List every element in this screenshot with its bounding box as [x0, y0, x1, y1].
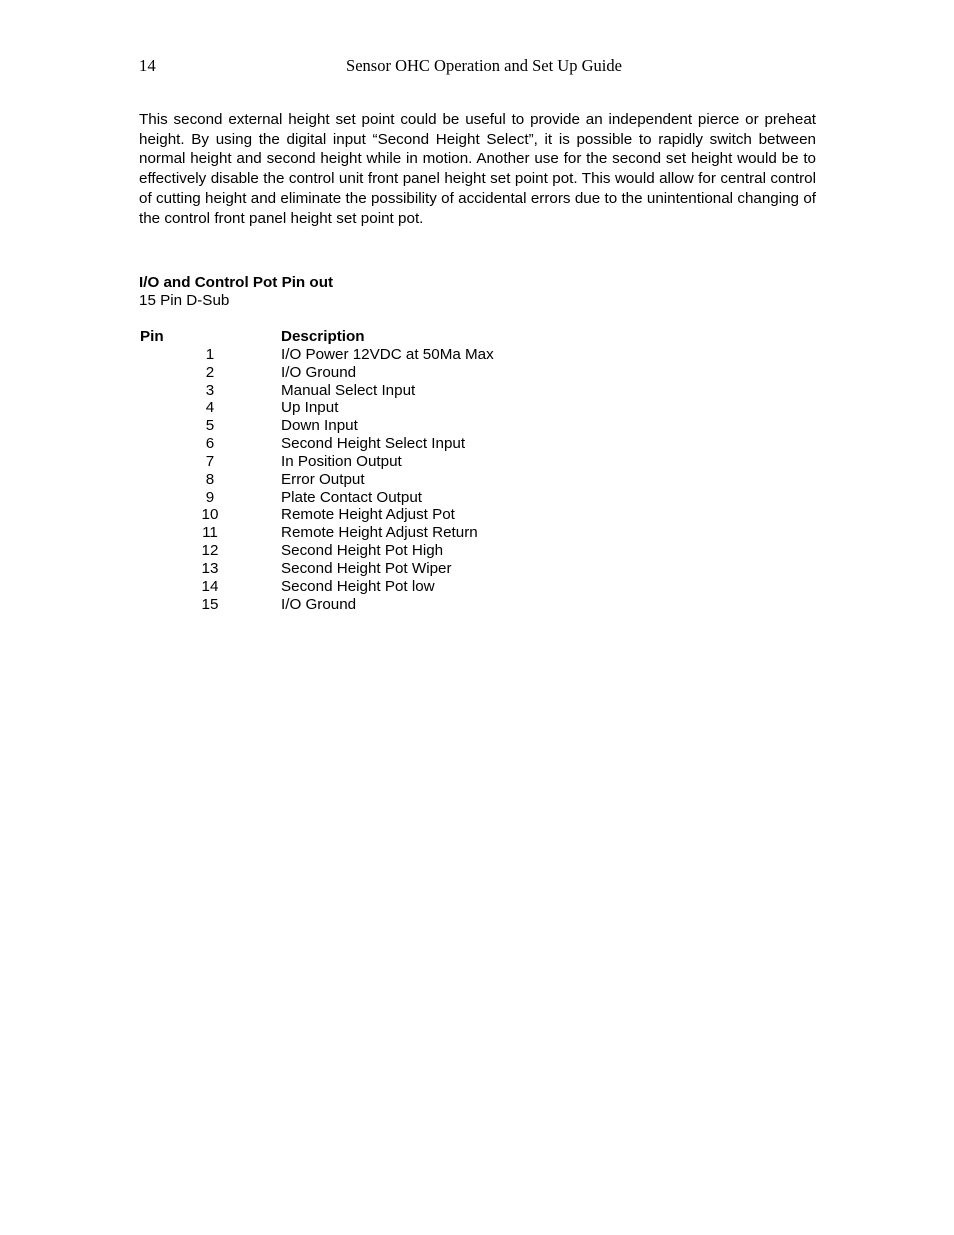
section-heading: I/O and Control Pot Pin out: [139, 274, 334, 291]
column-header-pin: Pin: [140, 328, 164, 345]
cell-description: Second Height Select Input: [281, 435, 466, 453]
column-header-description: Description: [281, 328, 365, 345]
cell-description: Up Input: [281, 399, 339, 417]
pinout-table-body: 1 I/O Power 12VDC at 50Ma Max 2 I/O Ground 3…: [139, 346, 711, 614]
cell-description: I/O Power 12VDC at 50Ma Max: [281, 345, 494, 363]
cell-description: Second Height Pot Wiper: [281, 559, 452, 577]
cell-pin: 10: [201, 506, 219, 524]
table-row: 1 I/O Power 12VDC at 50Ma Max: [139, 346, 711, 364]
table-row: 11 Remote Height Adjust Return: [139, 524, 711, 542]
table-row: 14 Second Height Pot low: [139, 578, 711, 596]
table-row: 6 Second Height Select Input: [139, 435, 711, 453]
cell-description: Remote Height Adjust Pot: [281, 506, 455, 524]
table-row: 15 I/O Ground: [139, 596, 711, 614]
cell-pin: 6: [205, 435, 215, 453]
table-header-row: Pin Description: [139, 328, 711, 346]
table-row: 4 Up Input: [139, 399, 711, 417]
cell-pin: 15: [201, 595, 219, 613]
cell-description: In Position Output: [281, 452, 402, 470]
table-row: 10 Remote Height Adjust Pot: [139, 506, 711, 524]
table-row: 8 Error Output: [139, 471, 711, 489]
cell-pin: 4: [205, 399, 215, 417]
document-title: Sensor OHC Operation and Set Up Guide: [346, 56, 622, 75]
pinout-section-heading-group: I/O and Control Pot Pin out 15 Pin D-Sub: [139, 274, 816, 310]
table-row: 7 In Position Output: [139, 453, 711, 471]
cell-pin: 12: [201, 542, 219, 560]
table-row: 2 I/O Ground: [139, 364, 711, 382]
cell-pin: 3: [205, 381, 215, 399]
cell-description: Second Height Pot High: [281, 542, 444, 560]
body-content: This second external height set point co…: [139, 110, 816, 228]
cell-description: I/O Ground: [281, 363, 357, 381]
cell-pin: 8: [205, 470, 215, 488]
cell-pin: 9: [205, 488, 215, 506]
cell-description: Down Input: [281, 417, 358, 435]
table-row: 13 Second Height Pot Wiper: [139, 560, 711, 578]
cell-description: Plate Contact Output: [281, 488, 422, 506]
cell-pin: 14: [201, 577, 219, 595]
page-running-head: 14 Sensor OHC Operation and Set Up Guide: [139, 55, 815, 77]
pinout-table: Pin Description 1 I/O Power 12VDC at 50Ma…: [139, 328, 711, 614]
cell-description: Remote Height Adjust Return: [281, 524, 478, 542]
cell-pin: 1: [205, 345, 215, 363]
intro-paragraph: This second external height set point co…: [139, 111, 816, 227]
cell-pin: 11: [202, 524, 218, 542]
section-subheading: 15 Pin D-Sub: [139, 292, 230, 310]
cell-pin: 5: [205, 417, 215, 435]
cell-description: Manual Select Input: [281, 381, 416, 399]
cell-pin: 13: [201, 559, 219, 577]
table-row: 9 Plate Contact Output: [139, 489, 711, 507]
cell-pin: 2: [205, 363, 215, 381]
cell-description: Second Height Pot low: [281, 577, 435, 595]
cell-description: Error Output: [281, 470, 365, 488]
document-page: 14 Sensor OHC Operation and Set Up Guide…: [0, 0, 954, 1235]
table-row: 12 Second Height Pot High: [139, 542, 711, 560]
cell-description: I/O Ground: [281, 595, 357, 613]
cell-pin: 7: [205, 452, 215, 470]
table-row: 5 Down Input: [139, 417, 711, 435]
table-row: 3 Manual Select Input: [139, 382, 711, 400]
pinout-table-head: Pin Description: [139, 328, 711, 346]
